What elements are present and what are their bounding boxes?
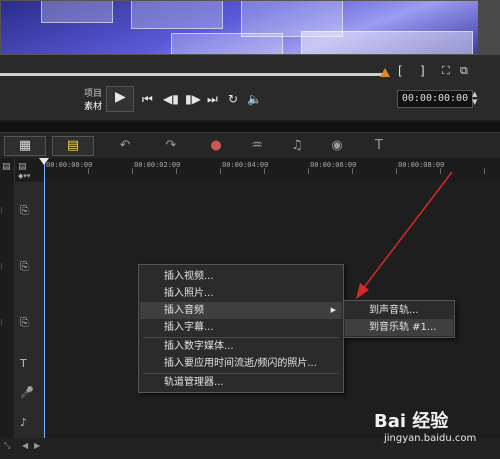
- play-icon[interactable]: ▶: [115, 89, 126, 105]
- ruler-tick: [396, 168, 397, 174]
- ruler-label: 00:00:02:00: [134, 161, 181, 169]
- copy-icon[interactable]: ⧉: [460, 64, 468, 78]
- track-manager-icon[interactable]: ▤: [2, 162, 11, 172]
- subtitle-editor-icon[interactable]: T: [368, 137, 390, 155]
- ruler-tick: [176, 168, 177, 174]
- mode-clip-toggle[interactable]: 素材: [84, 99, 102, 112]
- voice-track-icon: 🎤: [20, 386, 34, 399]
- ruler-tick: [440, 168, 441, 174]
- menu-item-insert-photo[interactable]: 插入照片...: [140, 285, 342, 302]
- previous-frame-icon[interactable]: ◀▮: [163, 92, 179, 106]
- track-options-icon[interactable]: ◆▾▾: [18, 172, 30, 180]
- next-frame-icon[interactable]: ▮▶: [185, 92, 201, 106]
- menu-item-track-manager[interactable]: 轨道管理器...: [140, 374, 342, 391]
- repeat-icon[interactable]: ↻: [228, 92, 238, 106]
- track-lock-icon[interactable]: ⁝: [0, 262, 3, 271]
- preview-tile: [131, 1, 223, 29]
- context-menu: 插入视频... 插入照片... 插入音频 ▶ 插入字幕... 插入数字媒体...…: [138, 264, 344, 393]
- player-panel: [0, 55, 500, 120]
- auto-music-icon[interactable]: ♫: [286, 137, 308, 155]
- record-capture-icon[interactable]: ●: [205, 137, 227, 155]
- ruler-label: 00:00:00:00: [46, 161, 93, 169]
- timecode-display[interactable]: 00:00:00:00: [397, 90, 473, 108]
- watermark-url: jingyan.baidu.com: [384, 433, 477, 444]
- submenu-arrow-icon: ▶: [330, 306, 336, 314]
- playhead-marker[interactable]: [39, 158, 49, 165]
- video-track[interactable]: [14, 182, 500, 239]
- motion-track-icon[interactable]: ◉: [326, 137, 348, 155]
- ruler-label: 00:00:06:00: [310, 161, 357, 169]
- fullscreen-icon[interactable]: ⛶: [442, 64, 450, 78]
- overlay-track-header[interactable]: [14, 238, 45, 295]
- music-track-icon: ♪: [20, 416, 28, 429]
- mark-out-button[interactable]: ]: [420, 64, 425, 78]
- track-side-panel: [0, 158, 15, 438]
- ruler-tick: [352, 168, 353, 174]
- overlay-track-2-header[interactable]: [14, 294, 45, 351]
- redo-icon[interactable]: ↷: [160, 137, 182, 155]
- go-to-end-icon[interactable]: ⏭: [207, 92, 218, 107]
- timeline-view-icon[interactable]: ▤: [52, 136, 94, 156]
- menu-item-insert-audio[interactable]: 插入音频 ▶: [140, 302, 342, 319]
- go-to-start-icon[interactable]: ⏮: [142, 92, 153, 107]
- mark-in-button[interactable]: [: [398, 64, 403, 78]
- undo-icon[interactable]: ↶: [114, 137, 136, 155]
- title-track-header[interactable]: [14, 350, 45, 379]
- scroll-left-icon[interactable]: ◀: [22, 441, 28, 450]
- overlay-track-icon: ⎘: [20, 260, 29, 273]
- volume-icon[interactable]: 🔈: [247, 92, 262, 106]
- audio-submenu: 到声音轨... 到音乐轨 #1...: [343, 300, 455, 338]
- video-track-icon: ⎘: [20, 204, 29, 217]
- ruler-label: 00:00:08:00: [398, 161, 445, 169]
- menu-item-insert-digital-media[interactable]: 插入数字媒体...: [140, 338, 342, 355]
- menu-item-insert-timelapse-photo[interactable]: 插入要应用时间流逝/频闪的照片...: [140, 355, 342, 372]
- submenu-item-to-voice-track[interactable]: 到声音轨...: [345, 302, 453, 319]
- preview-scrollbar[interactable]: [478, 0, 500, 55]
- track-lock-icon[interactable]: ⁝: [0, 206, 3, 215]
- scrub-bar[interactable]: [0, 73, 386, 76]
- video-track-header[interactable]: [14, 182, 45, 239]
- submenu-item-to-music-track-1[interactable]: 到音乐轨 #1...: [345, 319, 453, 336]
- ruler-tick: [220, 168, 221, 174]
- scroll-right-icon[interactable]: ▶: [34, 441, 40, 450]
- preview-tile: [171, 33, 283, 54]
- ruler-label: 00:00:04:00: [222, 161, 269, 169]
- mode-project-toggle[interactable]: 项目: [84, 86, 102, 99]
- menu-item-label: 插入音频: [164, 305, 204, 316]
- title-track-icon: T: [20, 357, 27, 370]
- timeline-toolbar: ▦ ▤ ↶ ↷ ● ♒ ♫ ◉ T: [0, 132, 500, 159]
- track-lock-icon[interactable]: ⁝: [0, 318, 3, 327]
- timecode-stepper[interactable]: ▲ ▼: [472, 90, 482, 106]
- menu-item-insert-video[interactable]: 插入视频...: [140, 268, 342, 285]
- overlay-track-icon: ⎘: [20, 316, 29, 329]
- preview-tile: [301, 31, 473, 54]
- preview-canvas: [0, 0, 480, 55]
- zoom-icon[interactable]: ⤡: [4, 441, 10, 451]
- watermark-logo: Bai 经验: [374, 411, 449, 432]
- ruler-tick: [132, 168, 133, 174]
- music-track-header[interactable]: [14, 408, 45, 439]
- preview-tile: [41, 1, 113, 23]
- sound-mixer-icon[interactable]: ♒: [246, 137, 268, 155]
- ruler-tick: [88, 168, 89, 174]
- ruler-tick: [264, 168, 265, 174]
- scrub-handle[interactable]: [380, 68, 390, 77]
- ruler-tick: [308, 168, 309, 174]
- storyboard-view-icon[interactable]: ▦: [4, 136, 46, 156]
- playhead-line[interactable]: [44, 158, 45, 438]
- panel-divider[interactable]: [0, 122, 500, 132]
- ruler-tick: [484, 168, 485, 174]
- preview-window: [0, 0, 500, 55]
- all-tracks-icon[interactable]: ▤: [18, 162, 27, 172]
- menu-item-insert-subtitle[interactable]: 插入字幕...: [140, 319, 342, 336]
